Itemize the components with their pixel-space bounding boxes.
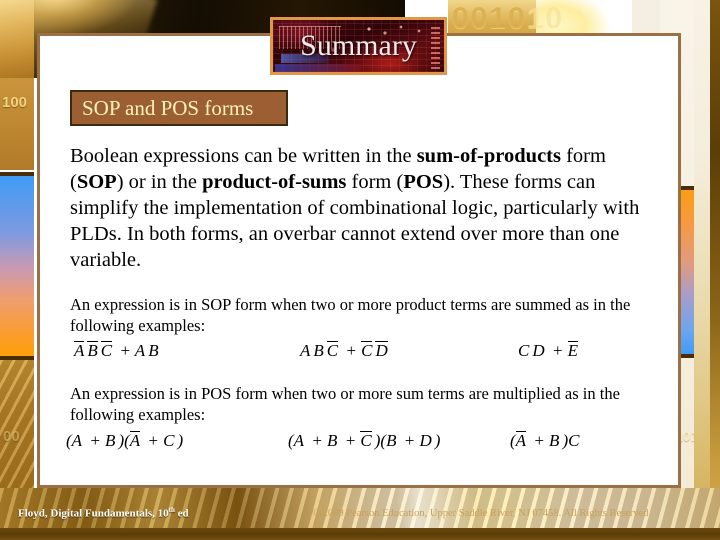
- variable: B: [327, 431, 338, 450]
- accent-bar-left: [0, 172, 34, 360]
- emphasis-text: sum-of-products: [416, 145, 561, 167]
- binary-digits-top-faded: 10: [526, 2, 565, 35]
- operator-symbol: +: [115, 341, 135, 360]
- variable: C: [163, 431, 175, 450]
- variable-complemented: C: [326, 341, 339, 360]
- pos-example-2: (A + B + C)(B + D): [288, 430, 440, 451]
- variable: C: [518, 341, 530, 360]
- variable: D: [532, 341, 545, 360]
- footer-attribution-text: Floyd, Digital Fundamentals, 10: [18, 507, 169, 520]
- variable: C: [568, 431, 580, 450]
- variable: A: [293, 431, 305, 450]
- slide-root: 001010 100 00 1101 Summary SOP and POS f…: [0, 0, 720, 540]
- footer-bottom-strip: [0, 528, 720, 540]
- variable-complemented: B: [87, 341, 98, 360]
- variable: A: [134, 341, 146, 360]
- section-label-box: SOP and POS forms: [70, 90, 288, 126]
- footer-copyright: © 2009 Pearson Education, Upper Saddle R…: [312, 508, 649, 519]
- variable: B: [105, 431, 116, 450]
- variable: B: [386, 431, 397, 450]
- background-left-strip-top: [0, 0, 34, 78]
- pos-example-3: (A + B)C: [510, 430, 582, 451]
- operator-symbol: +: [341, 341, 362, 360]
- variable: D: [419, 431, 432, 450]
- footer-attribution: Floyd, Digital Fundamentals, 10th ed: [18, 506, 189, 520]
- background-left-strip-bottom: [0, 360, 34, 488]
- variable-complemented: A: [129, 431, 141, 450]
- variable-complemented: A: [515, 431, 527, 450]
- background-left-strip-mid: [0, 78, 34, 170]
- operator-symbol: )(: [374, 431, 387, 450]
- variable: B: [549, 431, 560, 450]
- sop-example-2: ABC + CD: [300, 340, 391, 361]
- pos-example-1: (A + B)(A + C): [66, 430, 183, 451]
- emphasis-text: POS: [403, 171, 444, 193]
- emphasis-text: product-of-sums: [202, 171, 347, 193]
- binary-digits-top-value: 0010: [452, 2, 527, 35]
- emphasis-text: SOP: [76, 171, 117, 193]
- operator-symbol: +: [85, 431, 106, 450]
- background-right-dark-edge: [710, 0, 720, 540]
- body-text: form (: [346, 171, 404, 193]
- main-paragraph: Boolean expressions can be written in th…: [70, 143, 660, 273]
- operator-symbol: +: [340, 431, 361, 450]
- slide-title-banner: Summary: [270, 17, 447, 75]
- footer-edition-suffix: ed: [174, 507, 189, 520]
- background-right-cream-column: [694, 0, 710, 540]
- sop-intro-paragraph: An expression is in SOP form when two or…: [70, 295, 631, 335]
- operator-symbol: +: [399, 431, 420, 450]
- background-binary-digits-left-lower: 00: [3, 428, 20, 445]
- sop-example-3: CD + E: [518, 340, 581, 361]
- variable: B: [148, 341, 159, 360]
- section-label-text: SOP and POS forms: [82, 95, 254, 120]
- slide-title: Summary: [300, 29, 417, 62]
- background-binary-digits-left: 100: [2, 94, 28, 111]
- variable-complemented: C: [360, 431, 372, 450]
- sop-example-1: ABC + AB: [74, 340, 162, 361]
- variable-complemented: C: [361, 341, 373, 360]
- variable-complemented: E: [567, 341, 578, 360]
- operator-symbol: ): [177, 431, 184, 450]
- variable-complemented: D: [375, 341, 388, 360]
- variable: A: [71, 431, 83, 450]
- operator-symbol: +: [143, 431, 164, 450]
- operator-symbol: +: [529, 431, 550, 450]
- variable-complemented: C: [100, 341, 113, 360]
- variable: A: [300, 341, 311, 360]
- variable: B: [313, 341, 324, 360]
- pos-intro-paragraph: An expression is in POS form when two or…: [70, 384, 620, 424]
- variable-complemented: A: [74, 341, 85, 360]
- background-binary-digits-top: 001010: [452, 2, 592, 36]
- operator-symbol: +: [547, 341, 568, 360]
- operator-symbol: +: [307, 431, 328, 450]
- body-text: ) or in the: [116, 171, 203, 193]
- body-text: Boolean expressions can be written in th…: [70, 145, 417, 167]
- operator-symbol: )(: [118, 431, 130, 450]
- sop-examples-row: ABC + AB ABC + CD CD + E: [70, 340, 655, 366]
- operator-symbol: ): [434, 431, 441, 450]
- pos-examples-row: (A + B)(A + C) (A + B + C)(B + D) (A + B…: [66, 430, 655, 456]
